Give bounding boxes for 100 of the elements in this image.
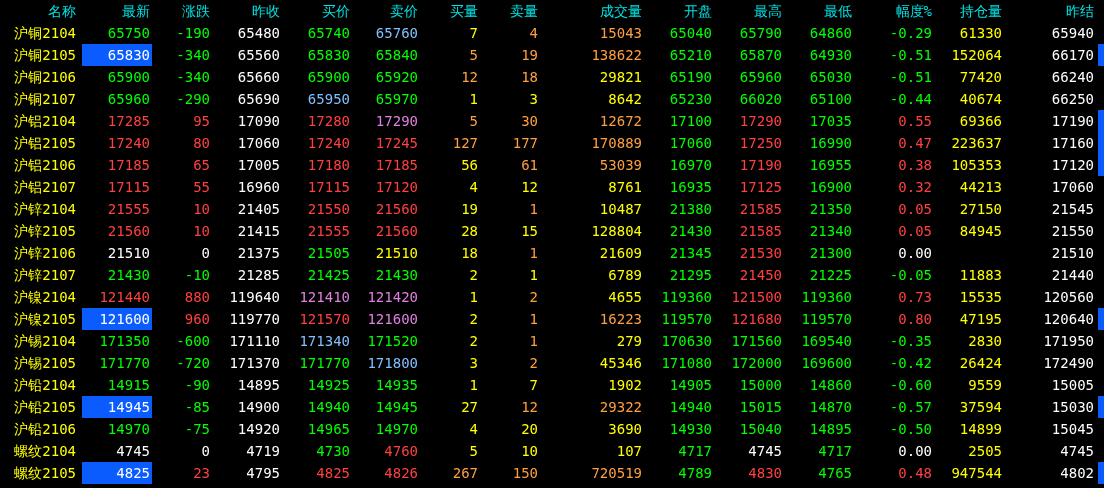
- table-cell-text: 14970: [374, 420, 419, 439]
- table-cell-text: 37594: [958, 398, 1003, 417]
- table-cell-text: 6789: [607, 266, 643, 285]
- table-cell-text: 65030: [808, 68, 853, 87]
- table-cell-text: 21430: [668, 222, 713, 241]
- table-cell-text: 56: [460, 156, 479, 175]
- table-cell-text: 45346: [598, 354, 643, 373]
- table-cell-text: 1: [528, 244, 539, 263]
- column-header[interactable]: 开盘: [644, 0, 714, 22]
- table-cell-text: 15: [520, 222, 539, 241]
- table-cell-text: 171950: [1042, 332, 1095, 351]
- table-cell-text: -75: [183, 420, 211, 439]
- table-cell-text: 28: [460, 222, 479, 241]
- table-cell-text: 21585: [738, 200, 783, 219]
- table-cell-text: 95: [192, 112, 211, 131]
- table-cell-text: 0.38: [897, 156, 933, 175]
- table-cell-text: 14905: [668, 376, 713, 395]
- table-cell-text: 171770: [98, 354, 151, 373]
- table-cell-text: 107: [615, 442, 643, 461]
- table-cell-text: 14940: [306, 398, 351, 417]
- table-cell-text: 65690: [236, 90, 281, 109]
- table-cell-text: 16935: [668, 178, 713, 197]
- table-cell-text: 2: [528, 288, 539, 307]
- table-cell-text: 65190: [668, 68, 713, 87]
- table-cell-text: 26424: [958, 354, 1003, 373]
- table-cell-text: 21345: [668, 244, 713, 263]
- table-cell-text: 17185: [374, 156, 419, 175]
- table-cell-text: 66170: [1050, 46, 1095, 65]
- table-cell-text: 4655: [607, 288, 643, 307]
- table-cell-text: -0.29: [888, 24, 933, 43]
- table-cell-text: 17250: [738, 134, 783, 153]
- table-cell-text: 138622: [590, 46, 643, 65]
- column-header[interactable]: 最低: [784, 0, 854, 22]
- column-header[interactable]: 幅度%: [854, 0, 934, 22]
- table-cell-text: 18: [460, 244, 479, 263]
- table-cell-text: 121680: [730, 310, 783, 329]
- column-header[interactable]: 卖量: [480, 0, 540, 22]
- table-cell-text: 21555: [306, 222, 351, 241]
- table-cell-text: -0.50: [888, 420, 933, 439]
- table-cell-text: -0.60: [888, 376, 933, 395]
- table-cell-text: 17060: [236, 134, 281, 153]
- table-cell-text: 15040: [738, 420, 783, 439]
- table-cell-text: 119570: [660, 310, 713, 329]
- column-header[interactable]: 昨结: [1004, 0, 1096, 22]
- table-cell-text: 5: [468, 46, 479, 65]
- table-cell-text: 21295: [668, 266, 713, 285]
- table-cell-text: 4795: [245, 464, 281, 483]
- table-cell-text: 17285: [106, 112, 151, 131]
- table-cell-text: 10487: [598, 200, 643, 219]
- table-cell-text: 29821: [598, 68, 643, 87]
- table-cell-text: 17120: [1050, 156, 1095, 175]
- table-cell-text: 177: [511, 134, 539, 153]
- table-cell-text: 1: [528, 332, 539, 351]
- table-cell-text: 14925: [306, 376, 351, 395]
- column-header[interactable]: 昨收: [212, 0, 282, 22]
- table-cell-text: 171370: [228, 354, 281, 373]
- column-header[interactable]: 最新: [78, 0, 152, 22]
- table-cell-text: 65230: [668, 90, 713, 109]
- table-cell-text: 14970: [106, 420, 151, 439]
- table-cell-text: 1902: [607, 376, 643, 395]
- table-cell-text: 14930: [668, 420, 713, 439]
- table-cell-text: 4760: [383, 442, 419, 461]
- table-cell-text: 18: [520, 68, 539, 87]
- table-cell-text: 21560: [106, 222, 151, 241]
- table-cell-text: -0.51: [888, 68, 933, 87]
- table-cell-text: 4802: [1059, 464, 1095, 483]
- table-cell-text: 27: [460, 398, 479, 417]
- table-cell-text: 84945: [958, 222, 1003, 241]
- table-cell-text: 2505: [967, 442, 1003, 461]
- table-cell-text: 105353: [950, 156, 1003, 175]
- column-header[interactable]: 买价: [282, 0, 352, 22]
- table-cell-text: -190: [175, 24, 211, 43]
- table-cell-text: 4765: [817, 464, 853, 483]
- table-cell-text: 21440: [1050, 266, 1095, 285]
- table-cell-text: 120640: [1042, 310, 1095, 329]
- table-cell-text: 40674: [958, 90, 1003, 109]
- column-header[interactable]: 卖价: [352, 0, 420, 22]
- column-header[interactable]: 成交量: [540, 0, 644, 22]
- table-cell-text: 2830: [967, 332, 1003, 351]
- table-cell-text: 21405: [236, 200, 281, 219]
- table-cell-text: 121410: [298, 288, 351, 307]
- column-header[interactable]: 持仓量: [934, 0, 1004, 22]
- table-cell-text: 65960: [738, 68, 783, 87]
- table-cell-text: 21225: [808, 266, 853, 285]
- column-header[interactable]: 名称: [0, 0, 78, 22]
- table-cell-text: 14940: [668, 398, 713, 417]
- table-cell-text: 沪铅2106: [13, 420, 77, 439]
- table-cell-text: 沪锡2104: [13, 332, 77, 351]
- table-cell-text: 21415: [236, 222, 281, 241]
- table-cell-text: 17100: [668, 112, 713, 131]
- column-header[interactable]: 买量: [420, 0, 480, 22]
- table-cell-text: 4826: [383, 464, 419, 483]
- table-cell-text: 4717: [817, 442, 853, 461]
- table-cell-text: 65960: [106, 90, 151, 109]
- table-cell-text: 169540: [800, 332, 853, 351]
- column-header[interactable]: 涨跌: [152, 0, 212, 22]
- table-cell-text: 55: [192, 178, 211, 197]
- table-cell-text: 21560: [374, 222, 419, 241]
- column-header[interactable]: 最高: [714, 0, 784, 22]
- table-cell: 4825: [82, 462, 152, 484]
